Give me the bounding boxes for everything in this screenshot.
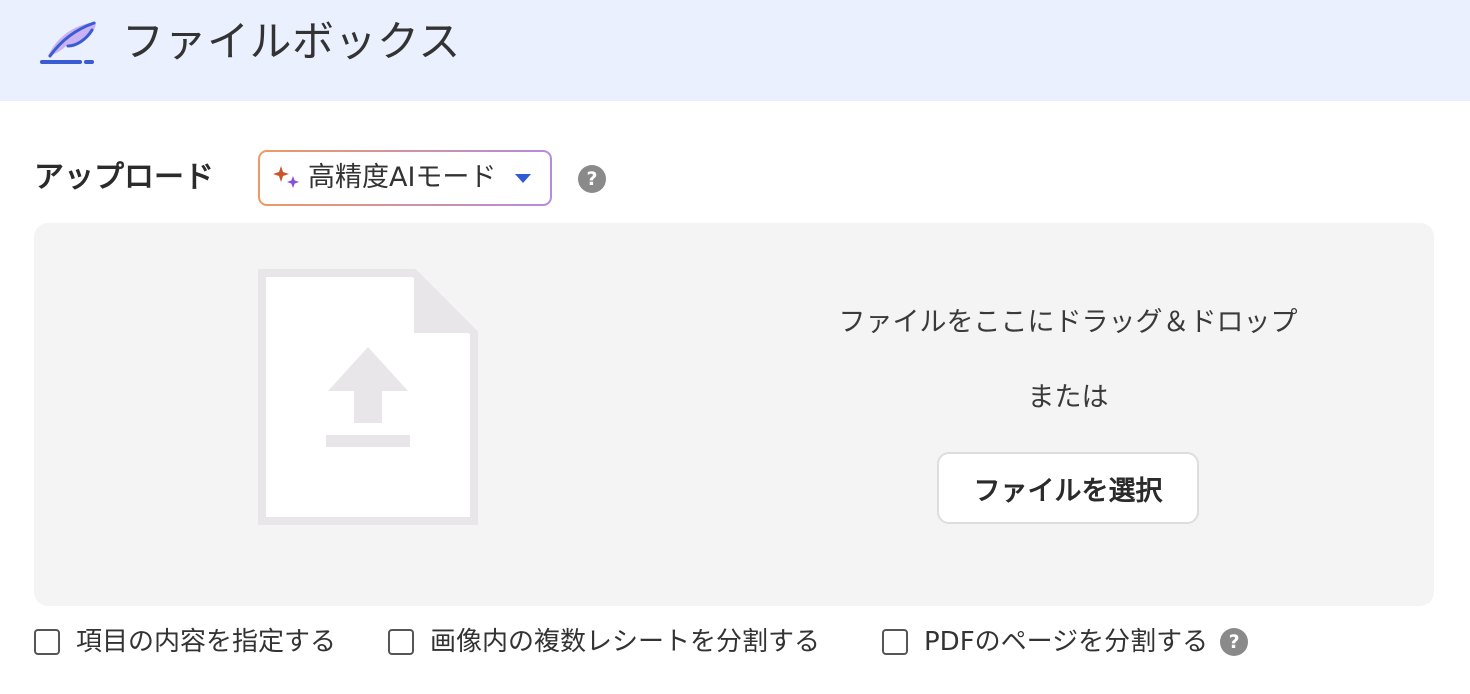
checkbox[interactable] [34,629,60,655]
sparkle-icon [273,166,299,188]
ai-mode-select-inner: 高精度AIモード [260,152,550,204]
option-specify-item-content[interactable]: 項目の内容を指定する [34,624,336,660]
select-file-button[interactable]: ファイルを選択 [937,452,1199,524]
caret-down-icon [515,174,531,183]
checkbox[interactable] [882,629,908,655]
option-label: PDFのページを分割する [924,627,1209,657]
upload-label: アップロード [34,160,214,195]
help-icon[interactable]: ? [1220,628,1249,656]
option-label: 画像内の複数レシートを分割する [430,627,821,657]
quill-pen-icon [40,21,96,64]
option-split-pdf-pages[interactable]: PDFのページを分割する ? [882,624,1249,660]
help-icon[interactable]: ? [578,165,606,193]
app-header: ファイルボックス [0,0,1470,101]
ai-mode-label: 高精度AIモード [308,162,497,193]
or-text: または [1027,382,1109,413]
option-split-multiple-receipts[interactable]: 画像内の複数レシートを分割する [388,624,820,660]
option-label: 項目の内容を指定する [76,627,337,657]
drop-instruction-text: ファイルをここにドラッグ＆ドロップ [838,307,1298,338]
ai-mode-select[interactable]: 高精度AIモード [258,150,552,206]
app-title: ファイルボックス [122,17,461,66]
checkbox[interactable] [388,629,414,655]
file-upload-icon [258,269,478,525]
file-dropzone[interactable]: ファイルをここにドラッグ＆ドロップ または ファイルを選択 [34,223,1434,606]
